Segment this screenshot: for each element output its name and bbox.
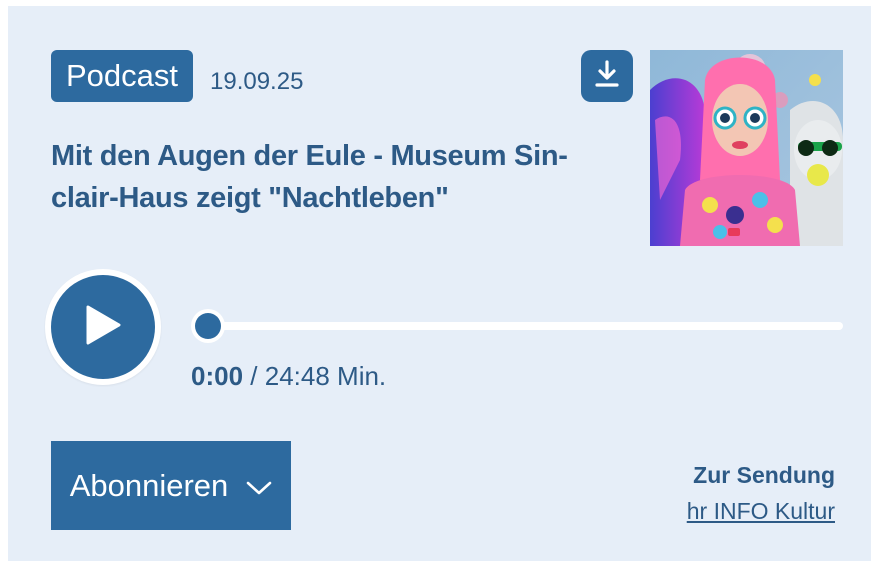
play-button[interactable] [45, 269, 161, 385]
podcast-badge: Podcast [51, 50, 193, 102]
show-link[interactable]: hr INFO Kultur [687, 498, 835, 525]
show-label: Zur Sendung [693, 462, 835, 488]
subscribe-button[interactable]: Abonnieren [51, 441, 291, 530]
play-button-face [51, 275, 155, 379]
time-display: 0:00 / 24:48 Min. [191, 361, 386, 392]
episode-cover-image [650, 50, 843, 246]
current-time: 0:00 [191, 361, 244, 391]
progress-handle-dot [195, 313, 221, 339]
podcast-card: Podcast 19.09.25 Mit den Augen der Eule … [8, 6, 871, 561]
progress-handle[interactable] [191, 309, 225, 343]
progress-track[interactable] [208, 322, 843, 330]
episode-title: Mit den Augen der Eule - Museum Sin-clai… [51, 140, 568, 214]
download-icon [594, 59, 620, 93]
subscribe-label: Abonnieren [69, 467, 229, 503]
time-separator: / [250, 361, 258, 391]
play-icon [84, 304, 122, 351]
download-button[interactable] [581, 50, 633, 102]
episode-date: 19.09.25 [210, 68, 304, 95]
chevron-down-icon [246, 468, 272, 504]
duration: 24:48 Min. [264, 361, 387, 391]
